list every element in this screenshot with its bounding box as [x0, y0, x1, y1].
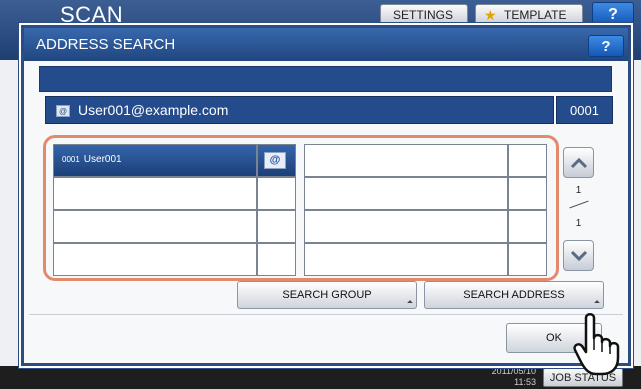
- dialog-title: ADDRESS SEARCH: [36, 36, 176, 53]
- address-entry-name[interactable]: [53, 243, 257, 276]
- address-entry-email[interactable]: [508, 144, 547, 177]
- settings-button[interactable]: SETTINGS: [380, 4, 468, 26]
- footer-date: 2011/05/10: [491, 366, 536, 376]
- address-entry-email[interactable]: @: [257, 144, 296, 177]
- arrow-down-icon: [570, 250, 588, 262]
- selected-address: User001@example.com: [78, 102, 229, 118]
- address-entry-email[interactable]: [508, 210, 547, 243]
- address-entry-name[interactable]: [53, 177, 257, 210]
- address-entry-email[interactable]: [508, 177, 547, 210]
- address-list: 0001 User001 @: [43, 135, 559, 281]
- selected-number: 0001: [556, 96, 613, 124]
- template-label: TEMPLATE: [504, 8, 567, 22]
- address-entry-email[interactable]: [508, 243, 547, 276]
- message-bar: [39, 66, 612, 92]
- address-entry-email[interactable]: [257, 177, 296, 210]
- address-entry-name[interactable]: [304, 177, 508, 210]
- address-entry-email[interactable]: [257, 243, 296, 276]
- search-address-button[interactable]: SEARCH ADDRESS: [424, 281, 604, 309]
- corner-triangle-icon: [407, 300, 413, 306]
- search-group-button[interactable]: SEARCH GROUP: [237, 281, 417, 309]
- template-button[interactable]: ★ TEMPLATE: [475, 4, 583, 26]
- page-down-button[interactable]: [563, 240, 594, 271]
- address-entry-name[interactable]: [304, 210, 508, 243]
- page-current: 1: [575, 185, 582, 196]
- page-up-button[interactable]: [563, 147, 594, 178]
- footer-time: 11:53: [514, 377, 536, 387]
- email-icon: @: [56, 105, 70, 117]
- corner-triangle-icon: [594, 300, 600, 306]
- dialog-help-button[interactable]: ?: [588, 35, 624, 57]
- at-icon: @: [264, 152, 286, 169]
- selected-address-field: @ User001@example.com: [45, 96, 554, 124]
- page-total: 1: [575, 218, 582, 229]
- entry-number: 0001: [62, 155, 80, 164]
- dialog-title-bar: ADDRESS SEARCH ?: [24, 28, 628, 61]
- star-icon: ★: [484, 7, 497, 23]
- help-button[interactable]: ?: [592, 2, 634, 26]
- page-separator: [569, 200, 589, 209]
- address-entry-name[interactable]: [53, 210, 257, 243]
- footer-clock: 2011/05/10 11:53: [486, 366, 536, 388]
- search-address-label: SEARCH ADDRESS: [463, 289, 565, 301]
- selected-address-row: @ User001@example.com 0001: [45, 96, 613, 124]
- address-entry-name[interactable]: [304, 243, 508, 276]
- address-search-dialog: ADDRESS SEARCH ? @ User001@example.com 0…: [21, 25, 631, 366]
- address-entry-name[interactable]: [304, 144, 508, 177]
- address-entry-name[interactable]: 0001 User001: [53, 144, 257, 177]
- arrow-up-icon: [570, 157, 588, 169]
- divider: [29, 314, 623, 315]
- hand-pointer-icon: [573, 313, 620, 376]
- address-entry-email[interactable]: [257, 210, 296, 243]
- search-group-label: SEARCH GROUP: [282, 289, 372, 301]
- entry-name: User001: [83, 154, 122, 165]
